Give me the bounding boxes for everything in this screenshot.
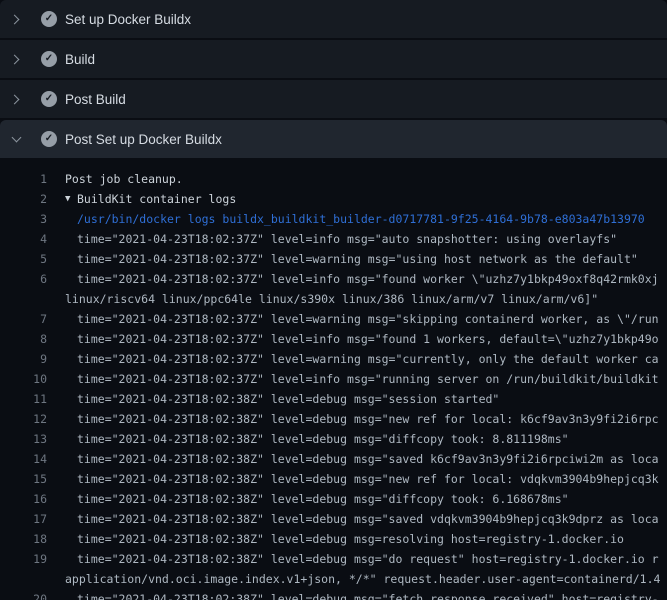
log-line: 2 ▼ BuildKit container logs xyxy=(0,189,667,209)
workflow-log-viewer: ✓ Set up Docker Buildx ✓ Build ✓ Post Bu… xyxy=(0,0,667,600)
log-line: 1 Post job cleanup. xyxy=(0,169,667,189)
log-line-number: 10 xyxy=(0,369,47,389)
log-line-text: time="2021-04-23T18:02:37Z" level=warnin… xyxy=(77,249,638,269)
step-row-set-up-docker-buildx[interactable]: ✓ Set up Docker Buildx xyxy=(0,0,667,38)
check-circle-icon: ✓ xyxy=(41,11,57,27)
step-row-post-build[interactable]: ✓ Post Build xyxy=(0,80,667,118)
log-line-number: 7 xyxy=(0,309,47,329)
log-line-number xyxy=(0,569,47,589)
log-line: 13 time="2021-04-23T18:02:38Z" level=deb… xyxy=(0,429,667,449)
step-label: Post Build xyxy=(65,92,126,107)
log-line-text: time="2021-04-23T18:02:37Z" level=warnin… xyxy=(77,349,659,369)
log-line: 12 time="2021-04-23T18:02:38Z" level=deb… xyxy=(0,409,667,429)
log-line-text: application/vnd.oci.image.index.v1+json,… xyxy=(65,569,660,589)
log-line-text: time="2021-04-23T18:02:37Z" level=warnin… xyxy=(77,309,659,329)
log-line: application/vnd.oci.image.index.v1+json,… xyxy=(0,569,667,589)
log-line: 11 time="2021-04-23T18:02:38Z" level=deb… xyxy=(0,389,667,409)
log-line-text: time="2021-04-23T18:02:38Z" level=debug … xyxy=(77,589,659,600)
log-line-number: 19 xyxy=(0,549,47,569)
log-area: 1 Post job cleanup. 2 ▼ BuildKit contain… xyxy=(0,160,667,600)
log-line: 15 time="2021-04-23T18:02:38Z" level=deb… xyxy=(0,469,667,489)
log-line-text: time="2021-04-23T18:02:38Z" level=debug … xyxy=(77,429,569,449)
group-toggle-icon[interactable]: ▼ xyxy=(65,189,77,209)
log-line-text: Post job cleanup. xyxy=(65,169,183,189)
log-line-text: time="2021-04-23T18:02:38Z" level=debug … xyxy=(77,529,624,549)
log-line-number: 1 xyxy=(0,169,47,189)
log-line-text: time="2021-04-23T18:02:38Z" level=debug … xyxy=(77,489,569,509)
log-line: 20 time="2021-04-23T18:02:38Z" level=deb… xyxy=(0,589,667,600)
log-line-number: 18 xyxy=(0,529,47,549)
log-line: 10 time="2021-04-23T18:02:37Z" level=inf… xyxy=(0,369,667,389)
log-line-text: time="2021-04-23T18:02:38Z" level=debug … xyxy=(77,549,659,569)
log-line-number: 9 xyxy=(0,349,47,369)
check-circle-icon: ✓ xyxy=(41,131,57,147)
log-line: 8 time="2021-04-23T18:02:37Z" level=info… xyxy=(0,329,667,349)
log-line: 19 time="2021-04-23T18:02:38Z" level=deb… xyxy=(0,549,667,569)
log-line: 5 time="2021-04-23T18:02:37Z" level=warn… xyxy=(0,249,667,269)
log-line-text: time="2021-04-23T18:02:38Z" level=debug … xyxy=(77,409,659,429)
steps-list: ✓ Set up Docker Buildx ✓ Build ✓ Post Bu… xyxy=(0,0,667,158)
chevron-icon[interactable] xyxy=(11,94,21,104)
checkmark-icon: ✓ xyxy=(45,134,53,144)
log-line-text: /usr/bin/docker logs buildx_buildkit_bui… xyxy=(77,209,645,229)
log-line: 4 time="2021-04-23T18:02:37Z" level=info… xyxy=(0,229,667,249)
log-line: 7 time="2021-04-23T18:02:37Z" level=warn… xyxy=(0,309,667,329)
step-row-post-set-up-docker-buildx[interactable]: ✓ Post Set up Docker Buildx xyxy=(0,120,667,158)
log-line: 14 time="2021-04-23T18:02:38Z" level=deb… xyxy=(0,449,667,469)
step-label: Build xyxy=(65,52,95,67)
log-line-text: time="2021-04-23T18:02:38Z" level=debug … xyxy=(77,509,659,529)
checkmark-icon: ✓ xyxy=(45,14,53,24)
log-line-number: 16 xyxy=(0,489,47,509)
log-line-number: 12 xyxy=(0,409,47,429)
log-line-number: 3 xyxy=(0,209,47,229)
log-line-text: linux/riscv64 linux/ppc64le linux/s390x … xyxy=(65,289,598,309)
checkmark-icon: ✓ xyxy=(45,94,53,104)
step-label: Post Set up Docker Buildx xyxy=(65,132,222,147)
log-line: 6 time="2021-04-23T18:02:37Z" level=info… xyxy=(0,269,667,289)
log-line-text: time="2021-04-23T18:02:37Z" level=info m… xyxy=(77,329,659,349)
log-line-number: 5 xyxy=(0,249,47,269)
log-line-text: time="2021-04-23T18:02:38Z" level=debug … xyxy=(77,389,499,409)
log-line: 3 /usr/bin/docker logs buildx_buildkit_b… xyxy=(0,209,667,229)
log-line-text: time="2021-04-23T18:02:37Z" level=info m… xyxy=(77,229,617,249)
log-line-text: BuildKit container logs xyxy=(77,189,236,209)
chevron-icon[interactable] xyxy=(11,54,21,64)
check-circle-icon: ✓ xyxy=(41,91,57,107)
log-line-number: 4 xyxy=(0,229,47,249)
check-circle-icon: ✓ xyxy=(41,51,57,67)
step-row-build[interactable]: ✓ Build xyxy=(0,40,667,78)
log-line-number: 13 xyxy=(0,429,47,449)
log-line-number: 20 xyxy=(0,589,47,600)
log-line-number: 2 xyxy=(0,189,47,209)
log-line-number: 17 xyxy=(0,509,47,529)
log-line: linux/riscv64 linux/ppc64le linux/s390x … xyxy=(0,289,667,309)
log-line-number xyxy=(0,289,47,309)
log-line-number: 6 xyxy=(0,269,47,289)
log-line: 17 time="2021-04-23T18:02:38Z" level=deb… xyxy=(0,509,667,529)
checkmark-icon: ✓ xyxy=(45,54,53,64)
step-label: Set up Docker Buildx xyxy=(65,12,191,27)
chevron-icon[interactable] xyxy=(11,134,21,144)
chevron-icon[interactable] xyxy=(11,14,21,24)
log-line-number: 8 xyxy=(0,329,47,349)
log-line-text: time="2021-04-23T18:02:37Z" level=info m… xyxy=(77,269,659,289)
log-line-text: time="2021-04-23T18:02:38Z" level=debug … xyxy=(77,449,659,469)
log-line-text: time="2021-04-23T18:02:37Z" level=info m… xyxy=(77,369,659,389)
log-line: 16 time="2021-04-23T18:02:38Z" level=deb… xyxy=(0,489,667,509)
log-line-number: 15 xyxy=(0,469,47,489)
log-line-text: time="2021-04-23T18:02:38Z" level=debug … xyxy=(77,469,659,489)
log-line: 18 time="2021-04-23T18:02:38Z" level=deb… xyxy=(0,529,667,549)
log-line-number: 11 xyxy=(0,389,47,409)
log-line-number: 14 xyxy=(0,449,47,469)
log-line: 9 time="2021-04-23T18:02:37Z" level=warn… xyxy=(0,349,667,369)
